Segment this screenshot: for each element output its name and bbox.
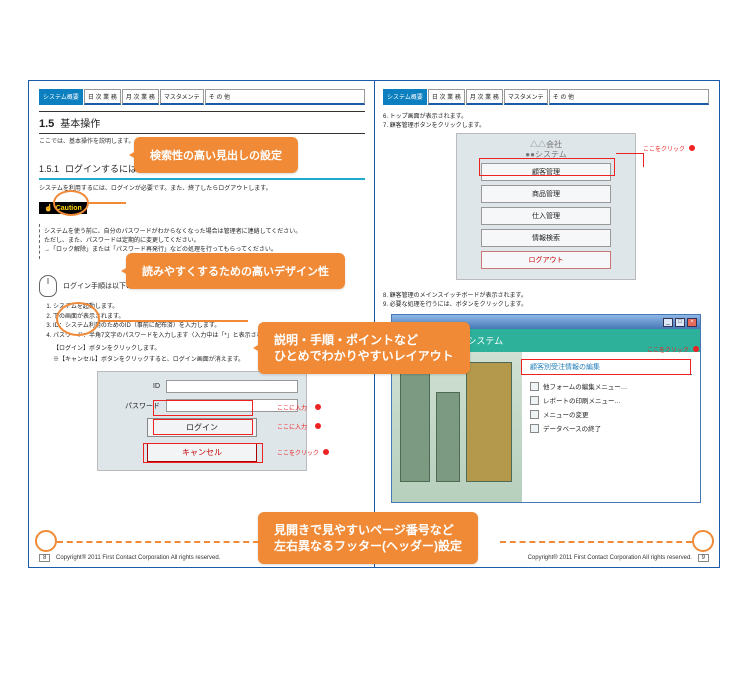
menu-item[interactable]: データベースの終了 [530,421,692,435]
footer-text: Copyright® 2011 First Contact Corporatio… [56,555,220,561]
leader-line [88,202,126,204]
page-number-right: 9 [698,554,709,562]
step-7: 顧客管理ボタンをクリックします。 [390,123,485,129]
h2-number: 1.5.1 [39,164,59,174]
sys-btn-product[interactable]: 商品管理 [481,185,611,203]
tab-monthly[interactable]: 月 次 業 務 [122,89,159,105]
anno-customer-box [479,158,615,176]
anno-menu-label: ここをクリック [647,345,689,354]
sys-btn-purchase[interactable]: 仕入管理 [481,207,611,225]
h1-number: 1.5 [39,118,54,130]
highlight-circle [35,530,57,552]
step-6: トップ画面が表示されます。 [390,114,467,120]
leader-line [98,320,248,322]
anno-id-label: ここに入力 [277,403,307,412]
menu-item[interactable]: 他フォームの編集メニュー… [530,379,692,393]
anno-pw-box [153,419,253,435]
anno-leader [616,153,644,167]
step-8: 顧客管理のメインスイッチボードが表示されます。 [390,293,527,299]
system-title: △△会社●●システム [463,140,629,159]
tab-strip: システム概要 日 次 業 務 月 次 業 務 マスタメンテ そ の 他 [383,89,709,105]
tab-master[interactable]: マスタメンテ [504,89,548,105]
step-item: システムを起動します。 [53,303,365,313]
maximize-icon[interactable]: □ [675,318,685,327]
h1-title: 基本操作 [60,115,100,130]
login-id-row: ID [106,380,298,393]
red-dot-icon [693,346,699,352]
note-line: ただし、また、パスワードは定期的に変更してください。 [44,237,361,246]
close-icon[interactable]: × [687,318,697,327]
highlight-circle [56,302,100,336]
tab-monthly[interactable]: 月 次 業 務 [466,89,503,105]
id-label: ID [106,383,166,390]
system-panel: △△会社●●システム 顧客管理 商品管理 仕入管理 情報検索 ログアウト [456,133,636,280]
callout-layout: 説明・手順・ポイントなど ひとめでわかりやすいレイアウト [258,322,470,374]
anno-login-box [143,443,263,463]
note-line: システムを使う前に、自分のパスワードがわからなくなった場合は管理者に連絡してくだ… [44,228,361,237]
step-9: 必要な処理を行うには、ボタンをクリックします。 [390,302,527,308]
app-illustration [392,352,522,502]
tab-master[interactable]: マスタメンテ [160,89,204,105]
tab-daily[interactable]: 日 次 業 務 [428,89,465,105]
red-dot-icon [323,449,329,455]
heading-1: 1.5 基本操作 [39,111,365,134]
anno-login-label: ここをクリック [277,448,319,457]
callout-footer: 見開きで見やすいページ番号など 左右異なるフッター(ヘッダー)設定 [258,512,478,564]
anno-id-box [153,400,253,416]
anno-pw-label: ここに入力 [277,422,307,431]
h2-title: ログインするには [65,162,137,175]
footer-text: Copyright® 2011 First Contact Corporatio… [528,555,692,561]
highlight-circle [692,530,714,552]
sys-btn-logout[interactable]: ログアウト [481,251,611,269]
highlight-circle [53,190,89,216]
anno-menuhead-box [521,359,691,375]
red-dot-icon [315,404,321,410]
anno-customer-label: ここをクリック [643,144,685,153]
leader-dash [57,541,259,543]
tab-system[interactable]: システム概要 [39,89,83,105]
id-input[interactable] [166,380,298,393]
h2-lead: システムを利用するには、ログインが必要です。また、終了したらログアウトします。 [39,183,365,192]
red-dot-icon [689,145,695,151]
page-number-left: 8 [39,554,50,562]
callout-headings: 検索性の高い見出しの設定 [134,137,298,173]
menu-item[interactable]: メニューの変更 [530,407,692,421]
tab-daily[interactable]: 日 次 業 務 [84,89,121,105]
red-dot-icon [315,423,321,429]
tab-strip: システム概要 日 次 業 務 月 次 業 務 マスタメンテ そ の 他 [39,89,365,105]
callout-design: 読みやすくするための高いデザイン性 [126,253,345,289]
leader-dash [500,541,692,543]
minimize-icon[interactable]: _ [663,318,673,327]
mouse-icon [39,275,57,297]
tab-other[interactable]: そ の 他 [205,89,365,105]
sys-btn-info[interactable]: 情報検索 [481,229,611,247]
menu-item[interactable]: レポートの印刷メニュー… [530,393,692,407]
tab-other[interactable]: そ の 他 [549,89,709,105]
tab-system[interactable]: システム概要 [383,89,427,105]
